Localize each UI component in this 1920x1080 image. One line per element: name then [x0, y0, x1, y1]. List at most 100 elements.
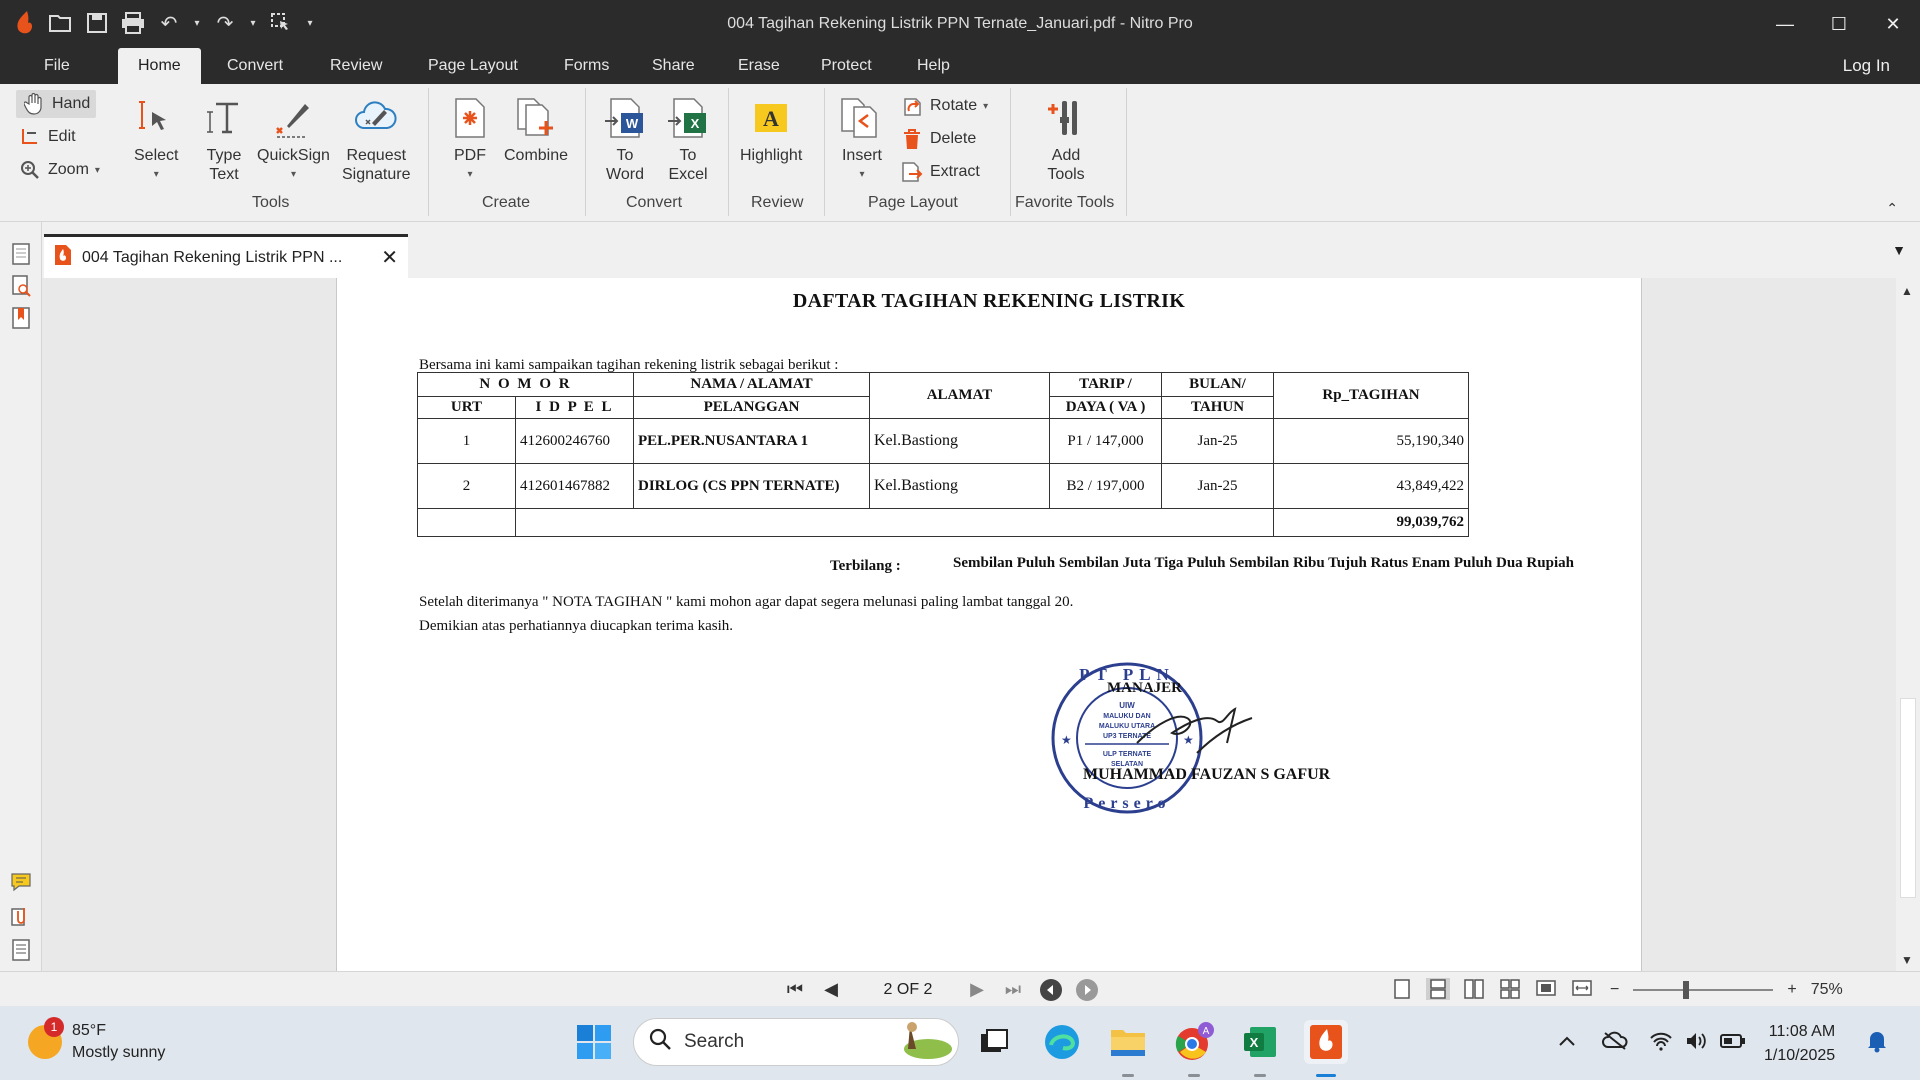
comments-panel-icon[interactable] [9, 870, 33, 894]
hand-tool-button[interactable]: Hand [16, 90, 97, 118]
collapse-ribbon-icon[interactable]: ⌃ [1886, 200, 1898, 217]
next-view-icon[interactable] [1072, 972, 1102, 1007]
log-in-link[interactable]: Log In [1843, 48, 1890, 84]
zoom-control: − + 75% [1610, 972, 1843, 1007]
taskbar-clock[interactable]: 11:08 AM 1/10/2025 [1764, 1020, 1835, 1068]
highlight-icon: A [749, 96, 793, 140]
output-panel-icon[interactable] [9, 938, 33, 962]
view-mode-buttons [1390, 978, 1594, 1000]
cell-tagihan: 43,849,422 [1273, 463, 1469, 509]
facing-continuous-view-icon[interactable] [1498, 978, 1522, 1000]
zoom-slider[interactable] [1633, 980, 1774, 999]
delete-button[interactable]: Delete [900, 125, 976, 153]
maximize-icon[interactable]: ☐ [1812, 0, 1866, 48]
insert-button[interactable]: Insert ▾ [840, 96, 884, 184]
tab-protect[interactable]: Protect [801, 48, 892, 84]
group-label-review: Review [751, 194, 804, 211]
title-bar: ↶ ▾ ↷ ▾ ▾ 004 Tagihan Rekening Listrik P… [0, 0, 1920, 48]
previous-page-icon[interactable]: ◀ [818, 972, 844, 1007]
tab-home[interactable]: Home [118, 48, 201, 84]
onedrive-offline-icon[interactable] [1600, 1026, 1630, 1056]
scroll-up-icon[interactable]: ▲ [1901, 284, 1913, 298]
request-signature-button[interactable]: Request Signature [342, 96, 411, 184]
zoom-in-icon[interactable]: + [1787, 981, 1796, 999]
file-explorer-icon[interactable] [1106, 1020, 1150, 1064]
start-button-icon[interactable] [572, 1020, 616, 1064]
bookmarks-panel-icon[interactable] [9, 306, 33, 330]
close-tab-icon[interactable]: ✕ [381, 245, 398, 270]
tab-page-layout[interactable]: Page Layout [408, 48, 538, 84]
attachments-panel-icon[interactable] [9, 904, 33, 928]
cell-tarip: P1 / 147,000 [1049, 418, 1162, 464]
header-idpel: I D P E L [515, 396, 634, 419]
tab-convert[interactable]: Convert [207, 48, 303, 84]
facing-view-icon[interactable] [1462, 978, 1486, 1000]
tab-forms[interactable]: Forms [544, 48, 629, 84]
page-number[interactable]: 2 OF 2 [860, 972, 956, 1007]
chrome-icon[interactable]: A [1172, 1020, 1216, 1064]
wifi-icon[interactable] [1646, 1026, 1676, 1056]
type-text-button[interactable]: Type Text [202, 96, 246, 184]
scroll-thumb[interactable] [1900, 698, 1916, 898]
table-row: 1 412600246760 PEL.PER.NUSANTARA 1 Kel.B… [417, 418, 1469, 464]
minimize-icon[interactable]: — [1758, 0, 1812, 48]
extract-button[interactable]: Extract [900, 158, 980, 186]
edit-tool-button[interactable]: Edit [18, 123, 76, 151]
highlight-button[interactable]: A Highlight [740, 96, 802, 165]
notifications-bell-icon[interactable] [1862, 1026, 1892, 1056]
header-bulan-1: BULAN/ [1161, 372, 1274, 397]
fit-page-icon[interactable] [1534, 978, 1558, 1000]
close-window-icon[interactable]: ✕ [1866, 0, 1920, 48]
clock-date: 1/10/2025 [1764, 1047, 1836, 1064]
nitro-pro-app-icon[interactable] [1304, 1020, 1348, 1064]
edge-icon[interactable] [1040, 1020, 1084, 1064]
tab-erase[interactable]: Erase [718, 48, 800, 84]
zoom-icon [18, 158, 42, 182]
first-page-icon[interactable]: ⏮ [780, 972, 810, 1007]
combine-button[interactable]: Combine [504, 96, 568, 165]
rotate-button[interactable]: Rotate ▾ [900, 92, 988, 120]
cell-tagihan: 55,190,340 [1273, 418, 1469, 464]
battery-icon[interactable] [1718, 1026, 1748, 1056]
search-panel-icon[interactable] [9, 274, 33, 298]
svg-text:A: A [763, 106, 779, 131]
vertical-scrollbar[interactable]: ▲ ▼ [1896, 278, 1920, 971]
to-word-button[interactable]: W To Word [603, 96, 647, 184]
add-tools-icon [1044, 96, 1088, 140]
tab-file[interactable]: File [24, 48, 90, 84]
fit-width-icon[interactable] [1570, 978, 1594, 1000]
quicksign-button[interactable]: QuickSign ▾ [257, 96, 330, 184]
group-label-page-layout: Page Layout [868, 194, 958, 211]
zoom-out-icon[interactable]: − [1610, 981, 1619, 999]
zoom-tool-button[interactable]: Zoom ▾ [18, 156, 100, 184]
scroll-down-icon[interactable]: ▼ [1901, 953, 1913, 967]
volume-icon[interactable] [1682, 1026, 1712, 1056]
zoom-level[interactable]: 75% [1811, 981, 1843, 999]
add-tools-button[interactable]: Add Tools [1044, 96, 1088, 184]
select-button[interactable]: Select ▾ [134, 96, 178, 184]
to-excel-button[interactable]: X To Excel [666, 96, 710, 184]
next-page-icon[interactable]: ▶ [964, 972, 990, 1007]
pages-panel-icon[interactable] [9, 242, 33, 266]
single-page-view-icon[interactable] [1390, 978, 1414, 1000]
document-tab-strip: 004 Tagihan Rekening Listrik PPN ... ✕ ▼ [42, 222, 1920, 278]
last-page-icon[interactable]: ⏭ [998, 972, 1028, 1007]
tab-share[interactable]: Share [632, 48, 715, 84]
cell-idpel: 412601467882 [515, 463, 634, 509]
weather-widget[interactable]: 1 85°F Mostly sunny [28, 1017, 165, 1064]
pdf-create-icon [448, 96, 492, 140]
tab-list-dropdown-icon[interactable]: ▼ [1892, 242, 1906, 258]
task-view-icon[interactable] [972, 1020, 1016, 1064]
previous-view-icon[interactable] [1036, 972, 1066, 1007]
document-viewport[interactable]: DAFTAR TAGIHAN REKENING LISTRIK Bersama … [42, 278, 1896, 971]
tab-review[interactable]: Review [310, 48, 402, 84]
header-bulan-2: TAHUN [1161, 396, 1274, 419]
continuous-view-icon[interactable] [1426, 978, 1450, 1000]
document-tab[interactable]: 004 Tagihan Rekening Listrik PPN ... ✕ [44, 234, 408, 278]
show-hidden-icons-icon[interactable] [1552, 1026, 1582, 1056]
taskbar-search[interactable]: Search [633, 1018, 959, 1066]
excel-app-icon[interactable]: X [1238, 1020, 1282, 1064]
create-pdf-button[interactable]: PDF ▾ [448, 96, 492, 184]
cell-nama: DIRLOG (CS PPN TERNATE) [633, 463, 870, 509]
tab-help[interactable]: Help [897, 48, 970, 84]
